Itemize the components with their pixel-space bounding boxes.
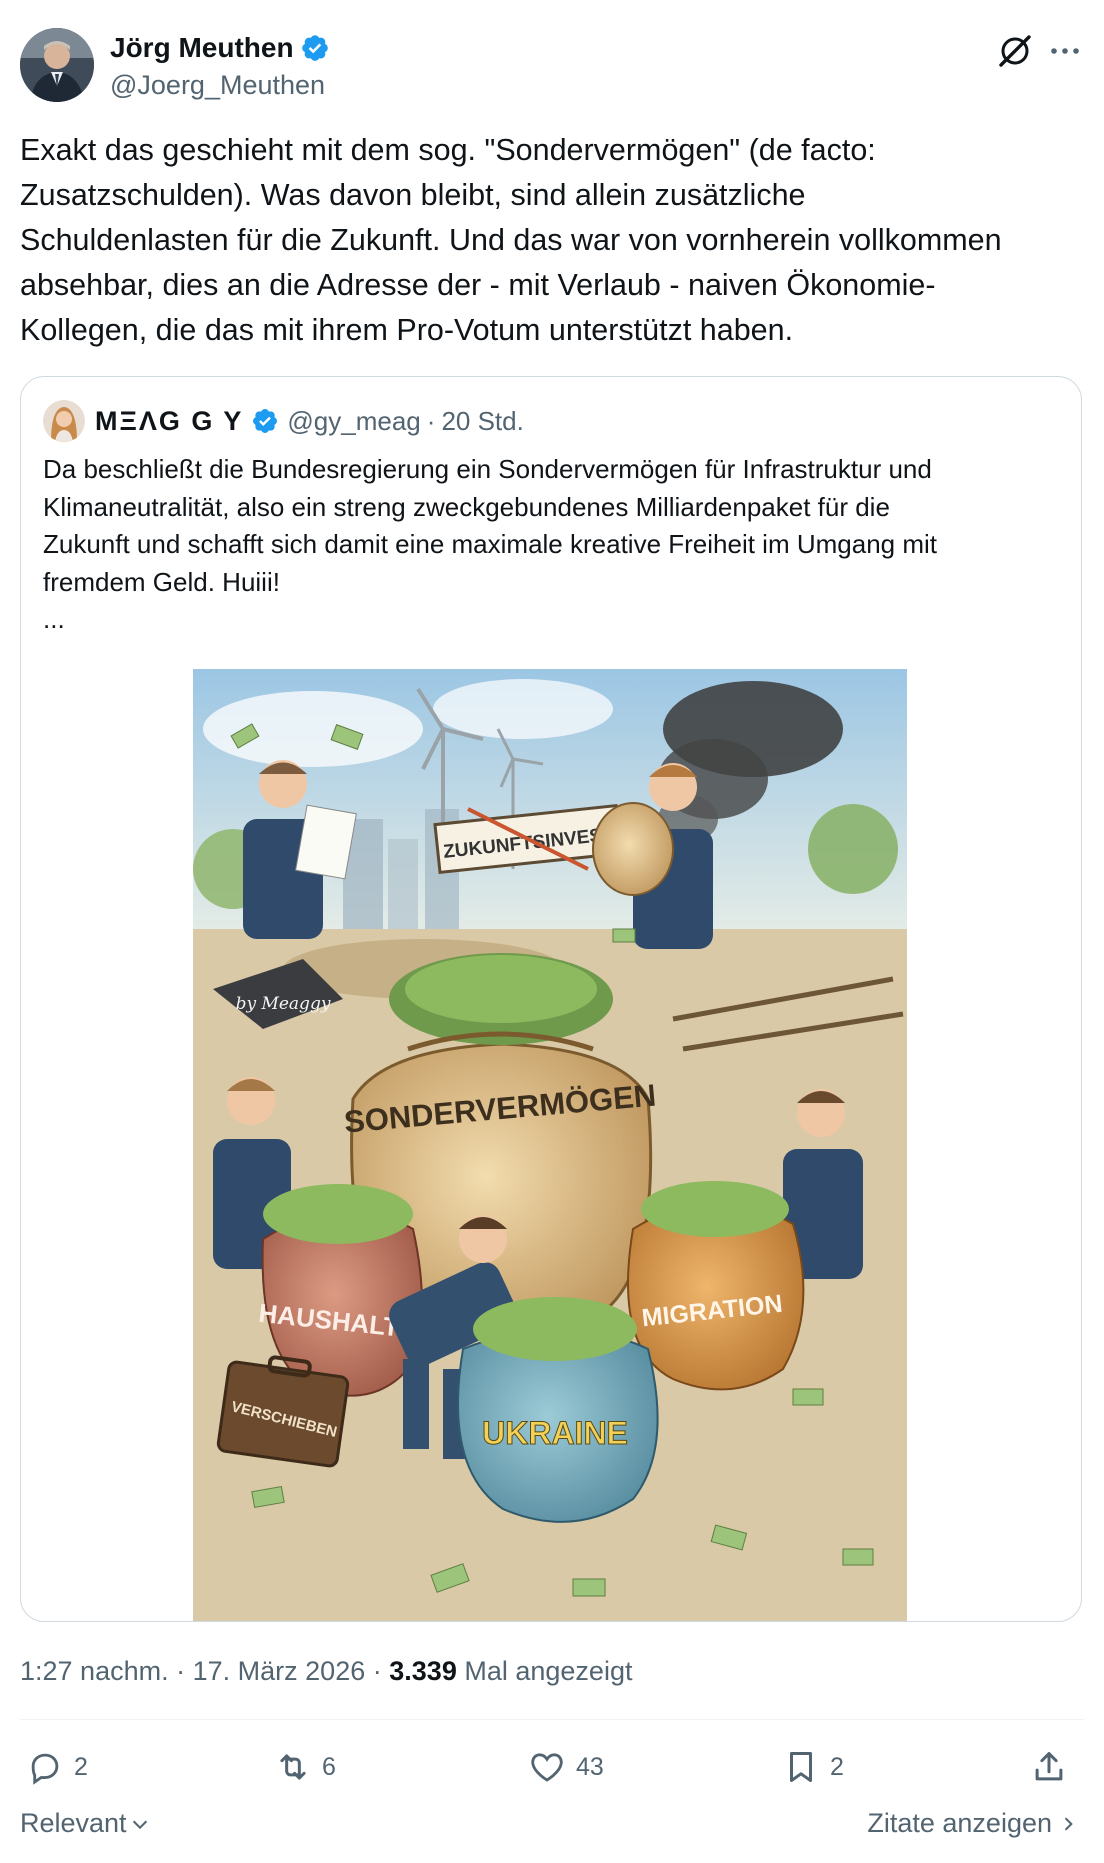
views-count: 3.339 <box>389 1656 457 1686</box>
share-icon <box>1035 1752 1063 1781</box>
show-quotes-label: Zitate anzeigen <box>867 1808 1052 1838</box>
quote-separator: · <box>426 405 436 436</box>
heart-icon <box>531 1753 563 1782</box>
quote-author-avatar <box>43 400 85 442</box>
tweet-date[interactable]: 17. März 2026 <box>193 1656 366 1686</box>
grok-icon[interactable] <box>996 32 1034 70</box>
verified-badge-icon <box>300 33 330 63</box>
divider <box>20 1719 1084 1720</box>
quoted-tweet[interactable]: MΞΛG G Y @gy_meag · 20 Std. Da beschließ… <box>20 376 1082 1622</box>
tweet-time[interactable]: 1:27 nachm. <box>20 1656 169 1686</box>
share-button[interactable] <box>1030 1742 1078 1792</box>
reply-icon <box>31 1753 59 1785</box>
quote-timestamp: 20 Std. <box>441 405 524 436</box>
reply-count: 2 <box>74 1752 88 1781</box>
meta-separator: · <box>176 1656 186 1686</box>
more-options-icon[interactable] <box>1046 32 1084 70</box>
like-count: 43 <box>576 1752 604 1781</box>
tweet-header: Jörg Meuthen @Joerg_Meuthen <box>20 28 1084 106</box>
show-quotes-link[interactable]: Zitate anzeigen <box>867 1808 1078 1839</box>
tweet-text: Exakt das geschieht mit dem sog. "Sonder… <box>20 133 1002 347</box>
repost-button[interactable]: 6 <box>274 1742 336 1792</box>
tweet-meta: 1:27 nachm. · 17. März 2026 · 3.339 Mal … <box>20 1656 632 1687</box>
reply-button[interactable]: 2 <box>26 1742 88 1792</box>
views-label: Mal angezeigt <box>464 1656 633 1686</box>
quote-author-name: MΞΛG G Y <box>95 405 244 436</box>
like-button[interactable]: 43 <box>528 1742 604 1792</box>
author-name[interactable]: Jörg Meuthen <box>110 32 294 64</box>
chevron-down-icon <box>132 1820 147 1829</box>
bookmark-icon <box>789 1752 813 1782</box>
quote-verified-badge-icon <box>251 407 279 435</box>
chevron-right-icon <box>1064 1816 1073 1831</box>
sort-relevant-dropdown[interactable]: Relevant <box>20 1808 151 1839</box>
repost-count: 6 <box>322 1752 336 1781</box>
bottom-row: Relevant Zitate anzeigen <box>20 1808 1084 1848</box>
meta-separator: · <box>372 1656 382 1686</box>
author-handle[interactable]: @Joerg_Meuthen <box>110 70 610 101</box>
author-avatar[interactable] <box>20 28 94 102</box>
quote-header: MΞΛG G Y @gy_meag · 20 Std. <box>43 399 524 443</box>
image-label-front-sack: UKRAINE <box>482 1415 628 1451</box>
repost-icon <box>280 1754 306 1780</box>
bookmark-count: 2 <box>830 1752 844 1781</box>
image-signature: by Meaggy <box>236 994 331 1014</box>
quote-media-image[interactable]: ZUKUNFTSINVEST by Meaggy SONDERVERMÖGEN … <box>193 669 907 1621</box>
quote-author-handle: @gy_meag <box>287 405 421 436</box>
quote-text: Da beschließt die Bundesregierung ein So… <box>43 454 937 634</box>
bookmark-button[interactable]: 2 <box>782 1742 844 1792</box>
action-bar: 2 6 43 2 <box>20 1742 1084 1792</box>
tweet-page: Jörg Meuthen @Joerg_Meuthen Exakt das ge… <box>0 0 1104 1863</box>
sort-label: Relevant <box>20 1808 127 1838</box>
author-block: Jörg Meuthen @Joerg_Meuthen <box>110 30 610 104</box>
